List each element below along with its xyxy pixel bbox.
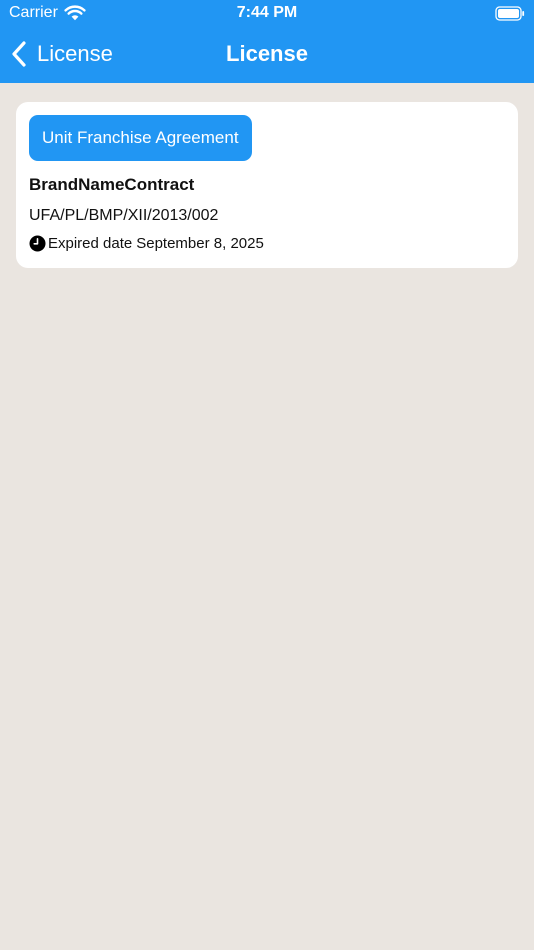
license-type-button[interactable]: Unit Franchise Agreement bbox=[29, 115, 252, 161]
expiry-row: Expired date September 8, 2025 bbox=[29, 235, 264, 252]
expiry-date: September 8, 2025 bbox=[136, 235, 264, 252]
contract-number: UFA/PL/BMP/XII/2013/002 bbox=[29, 207, 219, 224]
expiry-label: Expired date bbox=[48, 235, 133, 252]
battery-icon bbox=[495, 6, 525, 21]
license-card[interactable]: Unit Franchise Agreement BrandNameContra… bbox=[16, 102, 518, 268]
brand-name: BrandNameContract bbox=[29, 175, 195, 194]
status-bar: Carrier 7:44 PM bbox=[0, 0, 534, 28]
clock-icon bbox=[29, 235, 46, 252]
app-header: Carrier 7:44 PM License License bbox=[0, 0, 534, 83]
status-time: 7:44 PM bbox=[236, 4, 298, 21]
navigation-bar: License License bbox=[0, 28, 534, 83]
page-title: License bbox=[226, 41, 308, 66]
